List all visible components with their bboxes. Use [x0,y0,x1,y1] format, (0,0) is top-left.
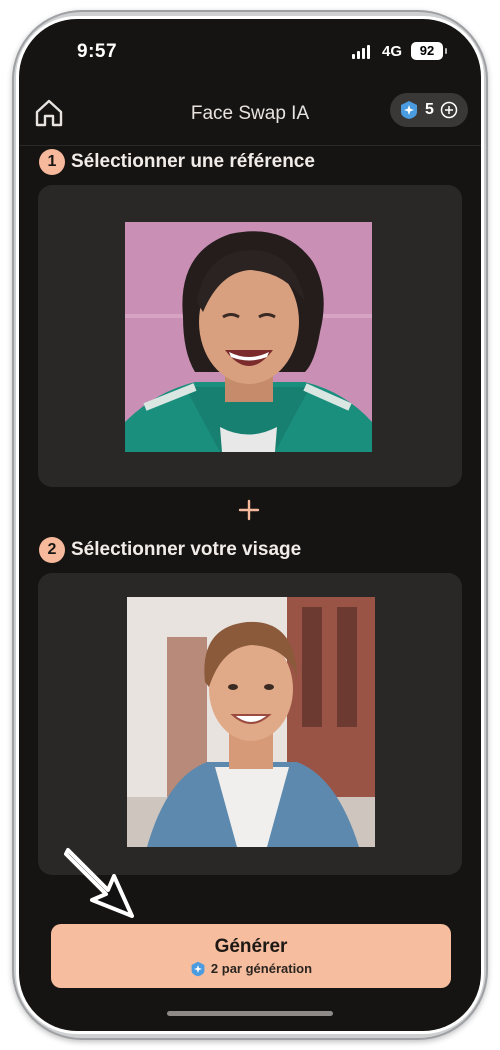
reference-face-photo[interactable] [125,222,372,452]
home-indicator [167,1011,333,1016]
signal-icon [352,45,370,59]
credits-count: 5 [425,101,434,118]
gem-icon [401,101,417,119]
step-label: Sélectionner une référence [71,151,315,172]
step-2-heading: 2 Sélectionner votre visage [39,537,301,563]
header-divider [19,145,481,146]
plus-circle-icon[interactable] [440,101,458,119]
face-card[interactable] [38,573,462,875]
generate-cost: 2 par génération [190,961,312,977]
generate-button[interactable]: Générer 2 par génération [51,924,451,988]
reference-card[interactable] [38,185,462,487]
generate-cost-text: 2 par génération [210,961,313,976]
plus-icon [238,499,260,521]
battery-icon: 92 [411,42,447,60]
network-label: 4G [382,43,403,60]
step-number: 2 [39,537,65,563]
credits-badge[interactable]: 5 [390,93,468,127]
step-number: 1 [39,149,65,175]
user-face-photo[interactable] [127,597,375,847]
app-header: Face Swap IA 5 [19,89,481,145]
generate-label: Générer [214,935,288,957]
status-time: 9:57 [77,41,118,62]
gem-icon [191,961,205,976]
arrow-pointer-icon [64,848,134,918]
battery-level: 92 [419,43,435,58]
step-1-heading: 1 Sélectionner une référence [39,149,315,175]
step-label: Sélectionner votre visage [71,539,302,560]
